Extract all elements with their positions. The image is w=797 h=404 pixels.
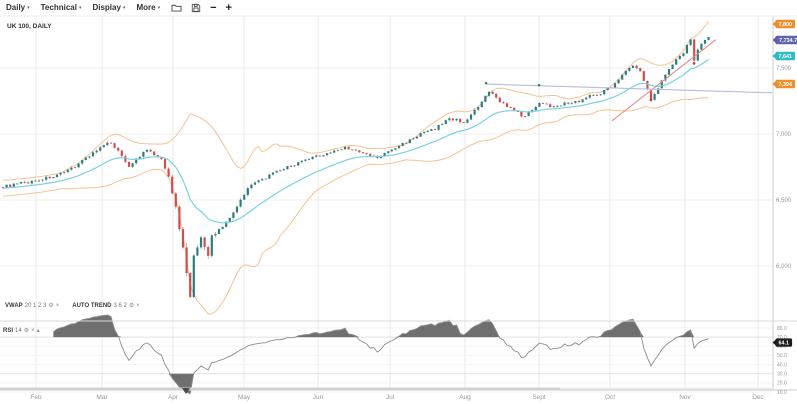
zoom-out-icon[interactable]: − bbox=[210, 3, 216, 13]
rsi-value-tag: 64.1 bbox=[773, 338, 793, 346]
svg-text:10.0: 10.0 bbox=[777, 390, 787, 396]
svg-text:Jul: Jul bbox=[386, 394, 395, 401]
vwap-params: 20 1 2 3 bbox=[25, 303, 47, 309]
svg-text:7,000: 7,000 bbox=[776, 132, 792, 138]
lower-band-tag: 7,394 bbox=[773, 80, 796, 88]
candles-layer[interactable] bbox=[2, 37, 710, 299]
svg-text:Nov: Nov bbox=[679, 394, 691, 401]
svg-text:Mar: Mar bbox=[96, 394, 108, 401]
svg-text:30.0: 30.0 bbox=[777, 372, 787, 378]
menu-display-label: Display bbox=[92, 3, 120, 12]
svg-text:50.0: 50.0 bbox=[777, 353, 787, 359]
trendline-resistance bbox=[486, 84, 772, 93]
svg-text:7,500: 7,500 bbox=[776, 66, 792, 72]
axis-frame bbox=[0, 16, 797, 390]
indicator-labels-row: VWAP 20 1 2 3 ⚙ × AUTO TREND 3 6 2 ⚙ × bbox=[5, 302, 153, 309]
svg-text:Feb: Feb bbox=[30, 394, 42, 401]
upper-band-tag: 7,800 bbox=[773, 20, 796, 28]
trendline-support bbox=[612, 40, 716, 121]
chart-toolbar: Daily ▾ Technical ▾ Display ▾ More ▾ − + bbox=[0, 0, 797, 15]
vwap-tag: 7,641 bbox=[773, 52, 796, 60]
symbol-title: UK 100, DAILY bbox=[7, 23, 52, 30]
svg-text:80.0: 80.0 bbox=[777, 326, 787, 332]
menu-display[interactable]: Display ▾ bbox=[92, 3, 125, 12]
chevron-down-icon: ▾ bbox=[27, 5, 30, 11]
indicator-auto-trend: AUTO TREND 3 6 2 ⚙ × bbox=[72, 302, 140, 309]
zoom-in-icon[interactable]: + bbox=[226, 3, 232, 13]
trend-pivot-dot bbox=[650, 99, 653, 102]
last-price-tag: 7,734.70 bbox=[773, 36, 797, 44]
indicator-vwap: VWAP 20 1 2 3 ⚙ × bbox=[5, 302, 59, 309]
svg-text:7,800: 7,800 bbox=[779, 22, 793, 28]
settings-icon[interactable]: ⚙ bbox=[129, 302, 134, 309]
svg-text:7,394: 7,394 bbox=[779, 82, 793, 88]
close-icon[interactable]: × bbox=[31, 328, 35, 334]
vwap-name: VWAP bbox=[5, 303, 23, 309]
svg-text:7,734.70: 7,734.70 bbox=[779, 38, 797, 44]
svg-text:64.1: 64.1 bbox=[779, 340, 790, 346]
svg-text:40.0: 40.0 bbox=[777, 362, 787, 368]
close-icon[interactable]: × bbox=[56, 303, 60, 309]
indicator-rsi: RSI 14 ⚙ × ▴ bbox=[3, 327, 40, 334]
chevron-down-icon: ▾ bbox=[158, 5, 161, 11]
save-chart-icon[interactable] bbox=[191, 3, 201, 13]
svg-text:May: May bbox=[238, 394, 251, 401]
menu-technical-label: Technical bbox=[41, 3, 77, 12]
auto-trend-lines bbox=[485, 40, 772, 121]
menu-daily-label: Daily bbox=[6, 3, 25, 12]
settings-icon[interactable]: ⚙ bbox=[48, 302, 53, 309]
price-chart-canvas[interactable]: 7,5007,0006,5006,00080.070.060.050.040.0… bbox=[0, 0, 797, 404]
svg-text:20.0: 20.0 bbox=[777, 381, 787, 387]
svg-text:Jun: Jun bbox=[313, 394, 324, 401]
auto-trend-params: 3 6 2 bbox=[114, 303, 127, 309]
chevron-down-icon: ▾ bbox=[79, 5, 82, 11]
gridlines bbox=[0, 16, 797, 392]
chevron-down-icon: ▾ bbox=[123, 5, 126, 11]
trend-pivot-dot bbox=[693, 62, 696, 65]
menu-more[interactable]: More ▾ bbox=[136, 3, 160, 12]
time-scrollbar-thumb[interactable] bbox=[0, 388, 560, 390]
svg-text:Aug: Aug bbox=[459, 394, 471, 401]
trend-pivot-dot bbox=[485, 82, 488, 85]
auto-trend-name: AUTO TREND bbox=[72, 303, 111, 309]
svg-text:Oct: Oct bbox=[605, 394, 615, 401]
vwap-line bbox=[3, 60, 709, 223]
svg-text:7,641: 7,641 bbox=[779, 54, 793, 60]
chart-application: Daily ▾ Technical ▾ Display ▾ More ▾ − +… bbox=[0, 0, 797, 404]
vwap-bands bbox=[3, 21, 709, 314]
rsi-params: 14 bbox=[15, 328, 22, 334]
svg-text:Sept: Sept bbox=[532, 394, 546, 401]
svg-text:Apr: Apr bbox=[168, 394, 179, 401]
menu-technical[interactable]: Technical ▾ bbox=[41, 3, 82, 12]
collapse-panel-icon[interactable]: ▴ bbox=[37, 327, 40, 334]
svg-text:6,000: 6,000 bbox=[776, 264, 792, 270]
settings-icon[interactable]: ⚙ bbox=[24, 327, 29, 334]
svg-text:6,500: 6,500 bbox=[776, 198, 792, 204]
open-layout-icon[interactable] bbox=[171, 3, 182, 12]
rsi-indicator-label-row: RSI 14 ⚙ × ▴ bbox=[3, 327, 53, 334]
svg-text:Dec: Dec bbox=[752, 394, 764, 401]
trend-pivot-dot bbox=[538, 84, 541, 87]
menu-more-label: More bbox=[136, 3, 155, 12]
rsi-name: RSI bbox=[3, 328, 13, 334]
close-icon[interactable]: × bbox=[136, 303, 140, 309]
menu-daily[interactable]: Daily ▾ bbox=[6, 3, 30, 12]
